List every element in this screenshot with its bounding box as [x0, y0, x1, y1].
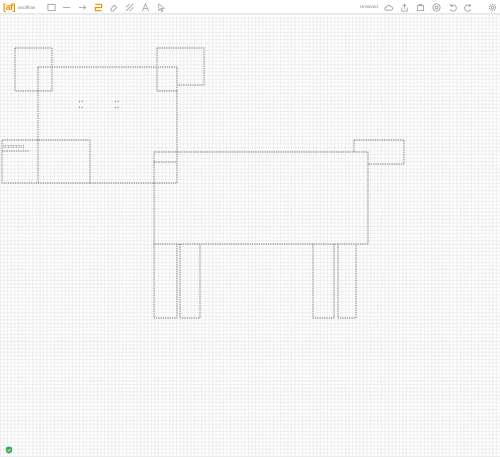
logo-mark: [af]: [3, 2, 16, 12]
freeform-tool-button[interactable]: [93, 2, 103, 12]
redo-button[interactable]: [463, 2, 473, 12]
toolbar: [af] ascilflow Unsaved: [0, 0, 500, 14]
export-button[interactable]: [399, 2, 409, 12]
cloud-icon: [383, 4, 393, 11]
redo-icon: [463, 3, 471, 12]
freeform-icon: [94, 3, 102, 11]
import-icon: [416, 3, 424, 11]
export-icon: [400, 3, 408, 12]
drawing-canvas[interactable]: [0, 14, 500, 457]
eraser-icon: [109, 4, 117, 12]
arrow-tool-button[interactable]: [77, 2, 87, 12]
import-button[interactable]: [415, 2, 425, 12]
undo-icon: [449, 3, 457, 12]
cloud-button[interactable]: [383, 2, 393, 12]
draw-tool-button[interactable]: [124, 2, 134, 12]
rectangle-icon: [46, 3, 56, 11]
draw-icon: [125, 3, 133, 11]
rectangle-tool-button[interactable]: [46, 2, 56, 12]
undo-button[interactable]: [447, 2, 457, 12]
shield-icon[interactable]: [5, 446, 13, 454]
settings-button[interactable]: [487, 2, 497, 12]
select-icon: [157, 2, 165, 12]
help-icon: [431, 2, 441, 12]
text-icon: [141, 2, 149, 11]
logo-text: ascilflow: [18, 4, 36, 10]
app-logo: [af] ascilflow: [3, 2, 35, 12]
arrow-icon: [78, 4, 86, 10]
eraser-tool-button[interactable]: [108, 2, 118, 12]
select-tool-button[interactable]: [156, 2, 166, 12]
gear-icon: [488, 3, 496, 11]
text-tool-button[interactable]: [140, 2, 150, 12]
line-tool-button[interactable]: [61, 2, 71, 12]
help-button[interactable]: [431, 2, 441, 12]
line-icon: [62, 6, 70, 8]
save-status: Unsaved: [360, 4, 378, 9]
